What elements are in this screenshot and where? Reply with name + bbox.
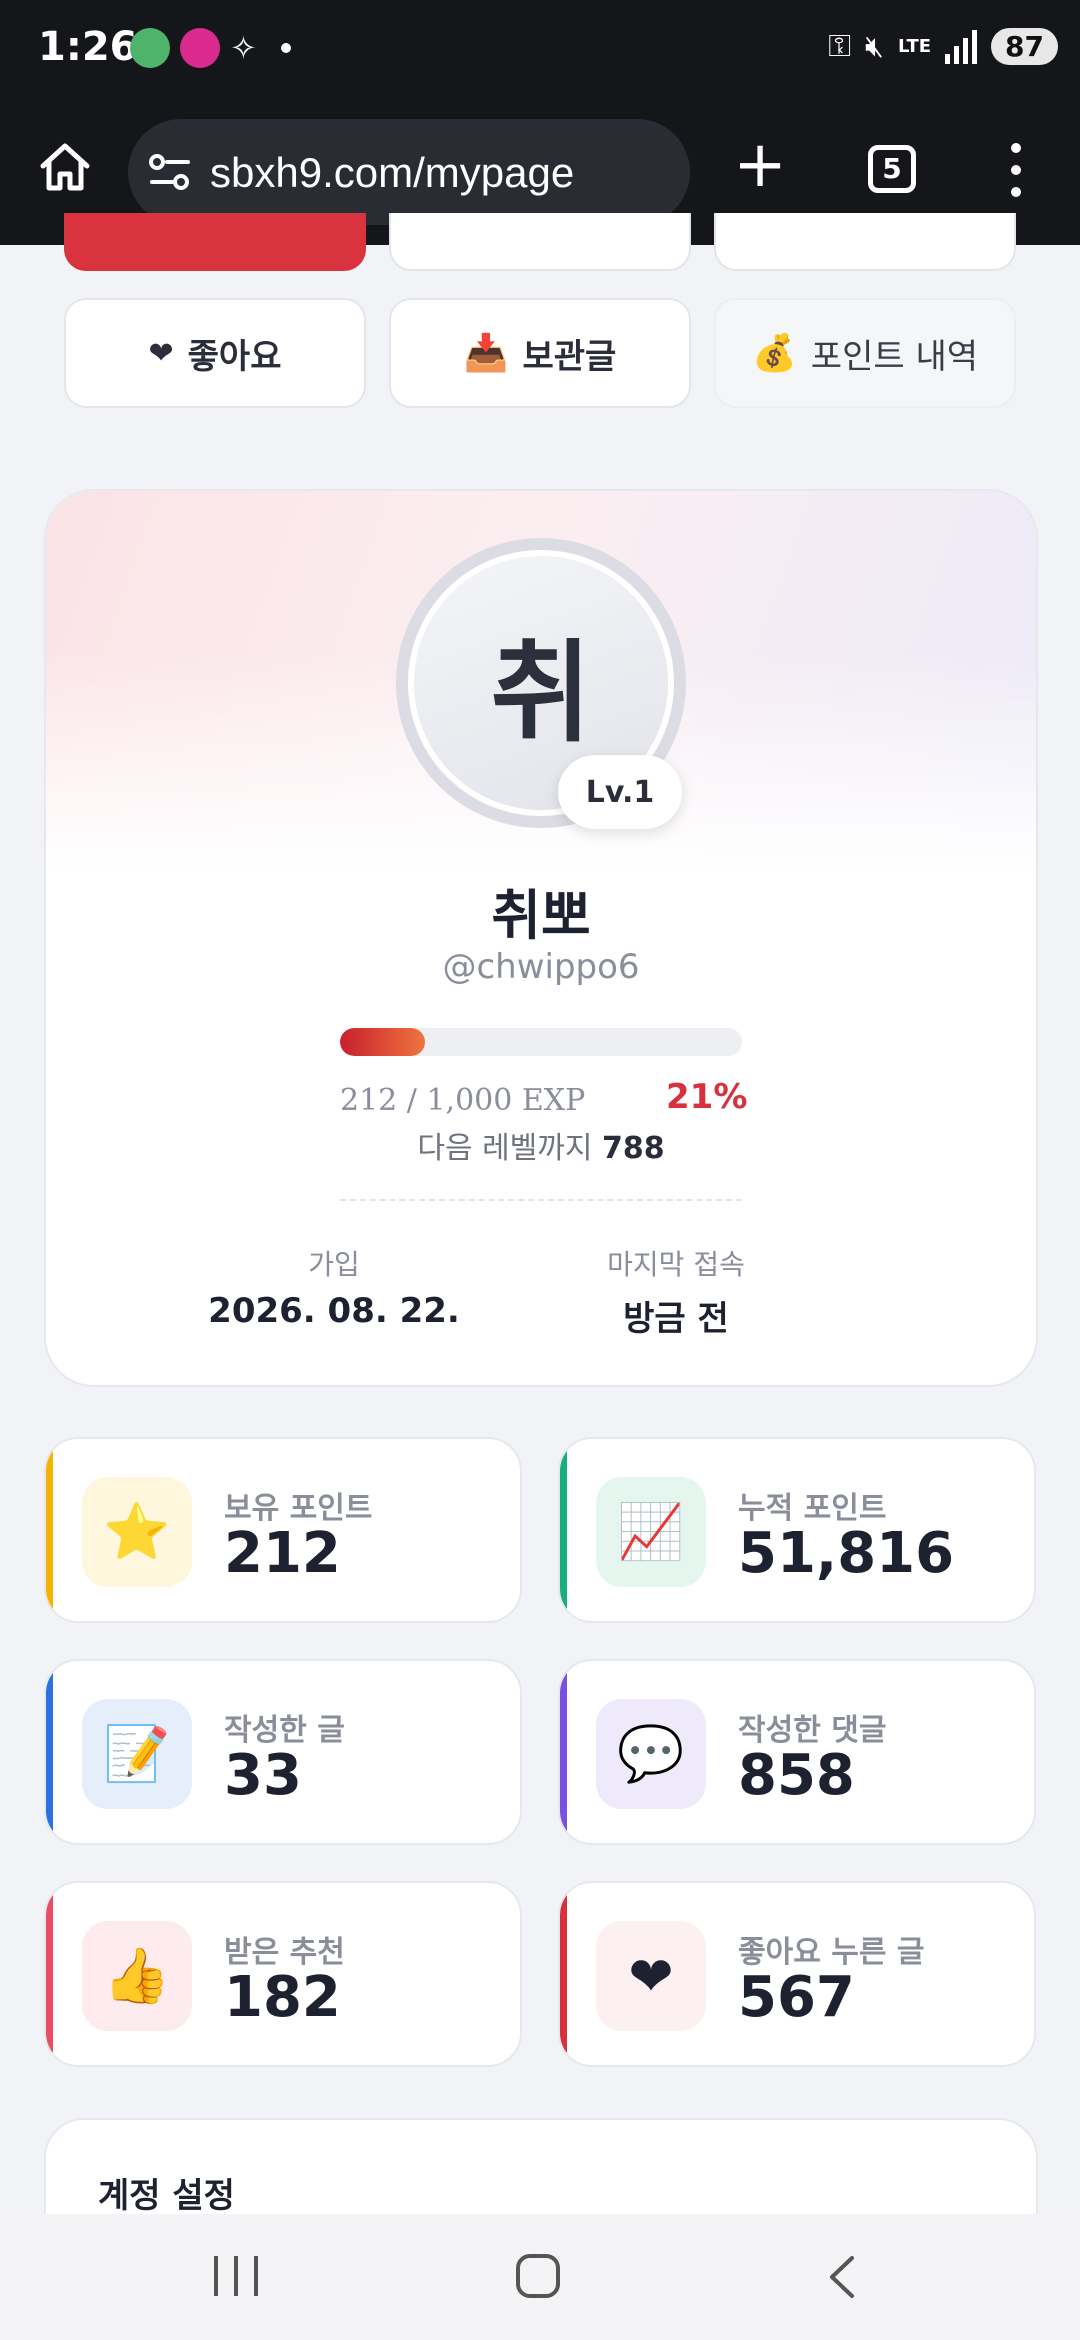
quick-links: ❤ 좋아요 📥 보관글 💰 포인트 내역 [64, 298, 1016, 408]
stat-card-total-points[interactable]: 📈 누적 포인트 51,816 [558, 1437, 1036, 1623]
url-text: sbxh9.com/mypage [210, 149, 575, 196]
card-accent [46, 1661, 53, 1843]
battery-icon: 87 [991, 28, 1058, 65]
stat-value: 567 [738, 1965, 855, 2030]
joined-date: 2026. 08. 22. [208, 1291, 460, 1331]
home-icon[interactable] [38, 140, 92, 194]
busan-app-icon [180, 28, 220, 68]
likes-label: 좋아요 [187, 336, 282, 377]
star-icon: ⭐ [82, 1477, 192, 1587]
site-settings-icon[interactable] [148, 152, 192, 192]
lte-icon: LTE [897, 35, 932, 57]
next-level-label: 다음 레벨까지 [417, 1131, 593, 1166]
stat-value: 182 [224, 1965, 341, 2030]
card-accent [46, 1883, 53, 2065]
status-time: 1:26 [38, 24, 138, 70]
stat-card-liked-posts[interactable]: ❤ 좋아요 누른 글 567 [558, 1881, 1036, 2067]
card-accent [46, 1439, 53, 1621]
partial-button[interactable] [389, 213, 691, 271]
partial-active-button[interactable] [64, 213, 366, 271]
key-icon: ⚿ [828, 29, 852, 64]
last-access-value: 방금 전 [623, 1299, 729, 1339]
exp-progress-fill [340, 1028, 426, 1056]
profile-name: 취뽀 [491, 884, 591, 947]
point-history-label: 포인트 내역 [810, 336, 979, 377]
money-bag-icon: 💰 [751, 333, 797, 374]
partial-button[interactable] [714, 213, 1016, 271]
next-level-value: 788 [602, 1131, 665, 1166]
new-tab-button[interactable]: + [730, 133, 790, 197]
recent-apps-icon[interactable] [214, 2256, 258, 2296]
exp-progress-bar [340, 1028, 742, 1056]
home-button-icon[interactable] [516, 2254, 560, 2298]
more-notifications-dot-icon [280, 43, 291, 53]
heart-icon: ❤ [148, 335, 174, 371]
address-bar[interactable]: sbxh9.com/mypage [128, 119, 690, 225]
next-level-info: 다음 레벨까지 788 [46, 1123, 1036, 1167]
saved-posts-button[interactable]: 📥 보관글 [389, 298, 691, 408]
profile-handle: @chwippo6 [442, 947, 640, 987]
stat-value: 212 [224, 1521, 341, 1586]
browser-toolbar: sbxh9.com/mypage + 5 [0, 115, 1080, 225]
divider [340, 1199, 742, 1201]
browser-top-bar: 1:26 ✧ ⚿ 🔇︎ LTE 87 sbxh9.com/mypage + 5 [0, 0, 1080, 245]
inbox-tray-icon: 📥 [463, 333, 509, 374]
system-navigation-bar [0, 2214, 1080, 2340]
stat-value: 51,816 [738, 1521, 955, 1586]
level-badge: Lv.1 [558, 755, 682, 829]
account-settings-title: 계정 설정 [98, 2176, 235, 2216]
stat-card-comments[interactable]: 💬 작성한 댓글 858 [558, 1659, 1036, 1845]
app-notification-icon [130, 28, 170, 68]
back-icon[interactable] [822, 2254, 862, 2300]
last-access-label: 마지막 접속 [607, 1248, 745, 1281]
exp-percent: 21% [666, 1077, 748, 1117]
chart-increasing-icon: 📈 [596, 1477, 706, 1587]
stat-card-posts[interactable]: 📝 작성한 글 33 [44, 1659, 522, 1845]
status-bar: 1:26 ✧ ⚿ 🔇︎ LTE 87 [0, 0, 1080, 100]
card-accent [560, 1661, 567, 1843]
partial-button-row [0, 213, 1080, 278]
profile-card: 취 Lv.1 취뽀 @chwippo6 212 / 1,000 EXP 21% … [44, 489, 1038, 1387]
exp-text: 212 / 1,000 EXP [340, 1083, 586, 1118]
stat-value: 33 [224, 1743, 302, 1808]
stat-card-current-points[interactable]: ⭐ 보유 포인트 212 [44, 1437, 522, 1623]
card-accent [560, 1439, 567, 1621]
tab-switcher-button[interactable]: 5 [868, 145, 916, 193]
thumbs-up-icon: 👍 [82, 1921, 192, 2031]
saved-posts-label: 보관글 [522, 336, 617, 377]
status-right-icons: ⚿ 🔇︎ LTE 87 [828, 28, 1058, 65]
likes-button[interactable]: ❤ 좋아요 [64, 298, 366, 408]
more-menu-icon[interactable] [1006, 143, 1026, 197]
speech-bubble-icon: 💬 [596, 1699, 706, 1809]
stat-card-recommendations[interactable]: 👍 받은 추천 182 [44, 1881, 522, 2067]
point-history-button[interactable]: 💰 포인트 내역 [714, 298, 1016, 408]
notification-icons: ✧ [130, 28, 291, 68]
card-accent [560, 1883, 567, 2065]
joined-label: 가입 [308, 1248, 360, 1281]
memo-icon: 📝 [82, 1699, 192, 1809]
stat-value: 858 [738, 1743, 855, 1808]
signal-icon [945, 29, 978, 64]
heart-icon: ❤ [596, 1921, 706, 2031]
sparkle-icon: ✧ [230, 29, 257, 67]
mute-icon: 🔇︎ [865, 29, 884, 64]
